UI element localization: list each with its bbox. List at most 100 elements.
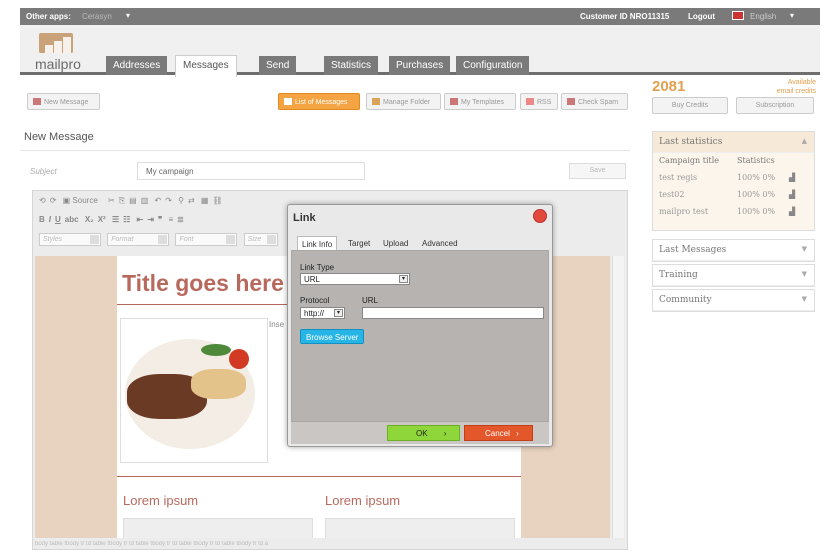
subscript-icon[interactable]: X₂ (85, 215, 94, 224)
url-input[interactable] (362, 307, 544, 319)
logo-text: mailpro (35, 56, 81, 72)
email-credits-label: email credits (776, 88, 816, 95)
cancel-button[interactable]: Cancel › (464, 425, 533, 441)
font-combo[interactable]: Font (175, 233, 238, 246)
tab-configuration[interactable]: Configuration (456, 56, 530, 75)
chevron-up-icon[interactable]: ▲ (802, 137, 807, 145)
subscription-button[interactable]: Subscription (736, 97, 814, 114)
lorem-heading-2[interactable]: Lorem ipsum (325, 493, 400, 508)
underline-icon[interactable]: U (55, 215, 61, 224)
ordered-list-icon[interactable]: ☰ (112, 215, 119, 224)
list-messages-button[interactable]: List of Messages (278, 93, 360, 110)
redo-icon[interactable]: ⟳ (50, 196, 57, 205)
language-select[interactable]: English (750, 12, 776, 21)
bar-chart-icon[interactable]: ▟ (789, 173, 795, 182)
tab-target[interactable]: Target (344, 236, 374, 250)
last-statistics-header[interactable]: Last statistics ▲ (653, 132, 814, 153)
bar-chart-icon[interactable]: ▟ (789, 190, 795, 199)
italic-icon[interactable]: I (49, 215, 51, 224)
link-dialog: Link Link Info Target Upload Advanced Li… (287, 204, 553, 447)
replace-icon[interactable]: ⇄ (188, 196, 195, 205)
close-icon[interactable] (533, 209, 547, 223)
training-panel[interactable]: Training ▼ (652, 264, 815, 287)
find-icon[interactable]: ⚲ (178, 196, 184, 205)
insert-text[interactable]: Inse (269, 320, 284, 329)
back-icon[interactable]: ↶ (154, 196, 161, 205)
align-center-icon[interactable]: ≣ (177, 215, 184, 224)
paste-icon[interactable]: ▤ (129, 196, 137, 205)
rss-button[interactable]: RSS (520, 93, 558, 110)
lorem-heading-1[interactable]: Lorem ipsum (123, 493, 198, 508)
training-header[interactable]: Training ▼ (653, 265, 814, 286)
dialog-body: Link Type URL ▾ Protocol URL http://▾ Bro… (291, 250, 549, 422)
food-image[interactable] (120, 318, 268, 463)
logout-link[interactable]: Logout (688, 12, 715, 21)
page-title: New Message (24, 131, 94, 143)
my-templates-button[interactable]: My Templates (444, 93, 516, 110)
save-button[interactable]: Save (569, 163, 626, 179)
other-apps-select[interactable]: Cerasyn (82, 12, 112, 21)
forward-icon[interactable]: ↷ (165, 196, 172, 205)
tomato-shape (229, 349, 249, 369)
protocol-select[interactable]: http://▾ (300, 307, 345, 319)
new-message-button[interactable]: New Message (27, 93, 100, 110)
tab-addresses[interactable]: Addresses (106, 56, 168, 75)
check-spam-button[interactable]: Check Spam (561, 93, 628, 110)
table-row[interactable]: test regis 100% 0% ▟ (659, 173, 808, 190)
chevron-down-icon[interactable]: ▾ (790, 11, 794, 20)
community-header[interactable]: Community ▼ (653, 290, 814, 311)
last-messages-panel[interactable]: Last Messages ▼ (652, 239, 815, 262)
superscript-icon[interactable]: X² (98, 215, 106, 224)
indent-icon[interactable]: ⇥ (147, 215, 154, 224)
bullet-list-icon[interactable]: ☷ (123, 215, 130, 224)
styles-combo[interactable]: Styles (39, 233, 101, 246)
table-header: Campaign title Statistics (659, 156, 775, 165)
align-left-icon[interactable]: ≡ (168, 215, 173, 224)
table-row[interactable]: test02 100% 0% ▟ (659, 190, 808, 207)
tab-advanced[interactable]: Advanced (418, 236, 462, 250)
strike-icon[interactable]: abc (65, 215, 79, 224)
copy-icon[interactable]: ⎘ (119, 196, 125, 205)
arrow-right-icon: › (443, 429, 447, 438)
template-title[interactable]: Title goes here (122, 270, 284, 297)
browse-server-button[interactable]: Browse Server (300, 329, 365, 344)
source-button[interactable]: ▣ Source (63, 196, 102, 205)
buy-credits-button[interactable]: Buy Credits (652, 97, 728, 114)
manage-folder-button[interactable]: Manage Folder (366, 93, 441, 110)
cut-icon[interactable]: ✂ (108, 196, 115, 205)
content-block-1[interactable] (123, 518, 313, 538)
format-combo[interactable]: Format (107, 233, 170, 246)
tab-messages[interactable]: Messages (175, 55, 237, 77)
tab-link-info[interactable]: Link Info (297, 236, 338, 250)
last-messages-header[interactable]: Last Messages ▼ (653, 240, 814, 261)
size-combo[interactable]: Size (243, 233, 278, 246)
chevron-down-icon[interactable]: ▼ (802, 245, 807, 253)
chevron-down-icon[interactable]: ▼ (802, 295, 807, 303)
table-row[interactable]: mailpro test 100% 0% ▟ (659, 207, 808, 224)
quote-icon[interactable]: ❞ (158, 215, 162, 224)
tab-upload[interactable]: Upload (379, 236, 412, 250)
bold-icon[interactable]: B (39, 215, 45, 224)
paste-word-icon[interactable]: ▥ (141, 196, 149, 205)
undo-icon[interactable]: ⟲ (39, 196, 46, 205)
tab-send[interactable]: Send (259, 56, 297, 75)
protocol-label: Protocol (300, 296, 330, 305)
folder-icon (372, 98, 380, 105)
chevron-down-icon[interactable]: ▼ (802, 270, 807, 278)
last-statistics-panel: Last statistics ▲ Campaign title Statistic… (652, 131, 815, 231)
ok-button[interactable]: OK › (387, 425, 460, 441)
tab-purchases[interactable]: Purchases (389, 56, 451, 75)
content-block-2[interactable] (325, 518, 515, 538)
top-bar: Other apps: Cerasyn ▾ Customer ID NRO113… (20, 8, 820, 25)
link-icon[interactable]: ⛓ (212, 196, 222, 205)
editor-scrollbar[interactable] (612, 256, 624, 538)
image-icon[interactable]: ▦ (201, 196, 209, 205)
bar-chart-icon[interactable]: ▟ (789, 207, 795, 216)
community-panel[interactable]: Community ▼ (652, 289, 815, 312)
outdent-icon[interactable]: ⇤ (137, 215, 144, 224)
link-type-select[interactable]: URL ▾ (300, 273, 410, 285)
tab-statistics[interactable]: Statistics (324, 56, 379, 75)
subject-input[interactable]: My campaign (137, 162, 365, 180)
header: mailpro Addresses Messages Send Statisti… (20, 25, 820, 77)
chevron-down-icon[interactable]: ▾ (126, 11, 130, 20)
